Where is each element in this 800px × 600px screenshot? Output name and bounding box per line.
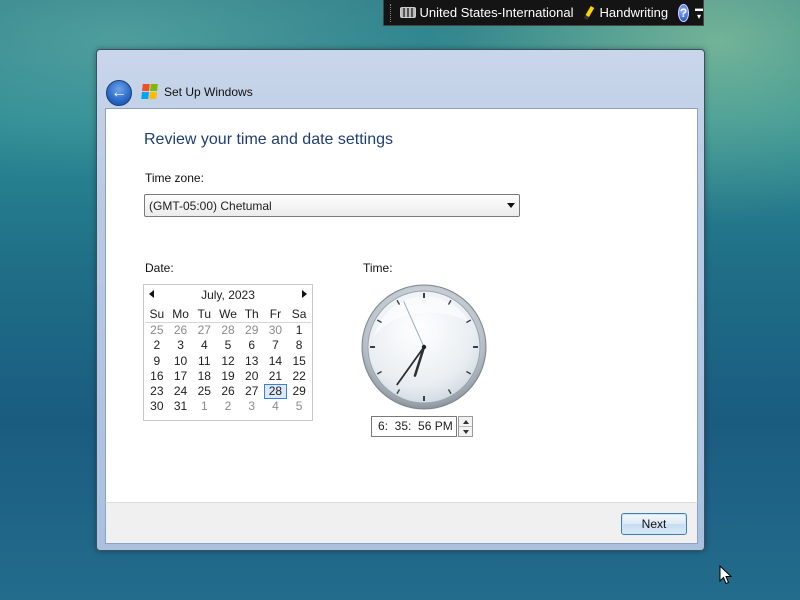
calendar-day[interactable]: 21: [264, 369, 288, 384]
calendar-day-selected[interactable]: 28: [263, 384, 288, 400]
arrow-down-icon: [462, 430, 469, 434]
language-bar: United States-International Handwriting …: [383, 0, 704, 26]
calendar-day[interactable]: 17: [169, 369, 193, 384]
title-bar: ← Set Up Windows: [97, 50, 704, 108]
time-spinner[interactable]: [458, 416, 473, 437]
calendar-week-row: 25 26 27 28 29 30 1: [145, 323, 311, 338]
calendar-day[interactable]: 22: [287, 369, 311, 384]
time-label: Time:: [363, 261, 393, 275]
calendar-day[interactable]: 16: [145, 369, 169, 384]
calendar-day[interactable]: 23: [145, 384, 169, 399]
back-button[interactable]: ←: [106, 80, 132, 106]
calendar-day[interactable]: 30: [145, 399, 169, 414]
weekday-label: Su: [149, 307, 165, 321]
calendar-day[interactable]: 27: [240, 384, 264, 399]
calendar-day[interactable]: 5: [216, 338, 240, 353]
calendar-day[interactable]: 18: [192, 369, 216, 384]
calendar-week-row: 16 17 18 19 20 21 22: [145, 369, 311, 384]
calendar-day[interactable]: 10: [169, 354, 193, 369]
time-zone-label: Time zone:: [145, 171, 204, 185]
weekday-label: Mo: [172, 307, 189, 321]
calendar-day[interactable]: 26: [169, 323, 193, 338]
weekday-label: Th: [244, 307, 259, 321]
calendar-day[interactable]: 31: [169, 399, 193, 414]
input-language-label: United States-International: [419, 5, 574, 20]
calendar-day[interactable]: 8: [287, 338, 311, 353]
setup-window: ← Set Up Windows Review your time and da…: [96, 49, 705, 551]
time-input[interactable]: 6: 35: 56 PM: [371, 416, 457, 437]
date-calendar[interactable]: July, 2023 Su Mo Tu We Th Fr Sa 25 26 27: [143, 284, 313, 421]
calendar-day[interactable]: 2: [216, 399, 240, 414]
window-title: Set Up Windows: [164, 85, 253, 99]
calendar-day[interactable]: 12: [216, 354, 240, 369]
content-panel: Review your time and date settings Time …: [105, 108, 698, 502]
arrow-up-icon: [462, 419, 469, 424]
calendar-day[interactable]: 11: [192, 354, 216, 369]
calendar-day[interactable]: 1: [287, 323, 311, 338]
weekday-label: Tu: [197, 307, 212, 321]
weekday-label: Sa: [291, 307, 307, 321]
language-bar-grip[interactable]: [390, 3, 392, 22]
back-arrow-icon: ←: [111, 84, 127, 101]
calendar-day[interactable]: 3: [240, 399, 264, 414]
calendar-day[interactable]: 13: [240, 354, 264, 369]
calendar-day[interactable]: 4: [192, 338, 216, 353]
calendar-day[interactable]: 26: [216, 384, 240, 399]
calendar-week-row: 9 10 11 12 13 14 15: [145, 354, 311, 369]
time-zone-dropdown[interactable]: (GMT-05:00) Chetumal: [144, 194, 520, 217]
calendar-day[interactable]: 20: [240, 369, 264, 384]
mouse-cursor-icon: [719, 565, 733, 585]
calendar-day[interactable]: 1: [192, 399, 216, 414]
calendar-month-year[interactable]: July, 2023: [201, 288, 255, 302]
calendar-day[interactable]: 14: [264, 354, 288, 369]
calendar-day[interactable]: 3: [169, 338, 193, 353]
calendar-day[interactable]: 27: [192, 323, 216, 338]
dropdown-arrow-icon: [507, 203, 515, 208]
page-title: Review your time and date settings: [144, 131, 394, 148]
handwriting-label: Handwriting: [599, 5, 669, 20]
previous-month-icon[interactable]: [149, 290, 154, 298]
calendar-day[interactable]: 29: [240, 323, 264, 338]
calendar-day[interactable]: 25: [192, 384, 216, 399]
keyboard-icon: [399, 7, 416, 18]
calendar-week-row: 23 24 25 26 27 28 29: [145, 384, 311, 400]
calendar-day[interactable]: 30: [264, 323, 288, 338]
calendar-day[interactable]: 6: [240, 338, 264, 353]
calendar-day[interactable]: 28: [216, 323, 240, 338]
input-language-button[interactable]: United States-International: [396, 5, 578, 20]
footer-bar: Next: [105, 502, 698, 544]
calendar-day[interactable]: 7: [264, 338, 288, 353]
calendar-day[interactable]: 25: [145, 323, 169, 338]
calendar-day[interactable]: 4: [264, 399, 288, 414]
help-icon[interactable]: ?: [678, 3, 689, 22]
calendar-day[interactable]: 24: [169, 384, 193, 399]
calendar-day[interactable]: 19: [216, 369, 240, 384]
time-up-button[interactable]: [459, 417, 472, 427]
language-bar-options-icon[interactable]: ▬ ▾: [695, 3, 703, 23]
calendar-day[interactable]: 29: [287, 384, 311, 399]
weekday-label: We: [219, 307, 237, 321]
time-down-button[interactable]: [459, 427, 472, 437]
calendar-week-row: 30 31 1 2 3 4 5: [145, 399, 311, 414]
calendar-day[interactable]: 5: [287, 399, 311, 414]
pen-icon: [584, 5, 595, 20]
handwriting-button[interactable]: Handwriting: [583, 5, 672, 20]
calendar-header: July, 2023: [144, 285, 312, 305]
next-month-icon[interactable]: [302, 290, 307, 298]
date-label: Date:: [145, 261, 174, 275]
time-zone-value: (GMT-05:00) Chetumal: [149, 198, 272, 213]
calendar-grid: Su Mo Tu We Th Fr Sa 25 26 27 28 29 30 1: [145, 307, 311, 415]
weekday-label: Fr: [269, 307, 282, 321]
calendar-day[interactable]: 2: [145, 338, 169, 353]
calendar-day[interactable]: 9: [145, 354, 169, 369]
clock-center: [421, 344, 427, 350]
weekday-header-row: Su Mo Tu We Th Fr Sa: [145, 307, 311, 323]
next-button[interactable]: Next: [621, 513, 687, 535]
calendar-week-row: 2 3 4 5 6 7 8: [145, 338, 311, 353]
windows-logo-icon: [141, 84, 158, 99]
analog-clock: [361, 284, 487, 410]
calendar-day[interactable]: 15: [287, 354, 311, 369]
